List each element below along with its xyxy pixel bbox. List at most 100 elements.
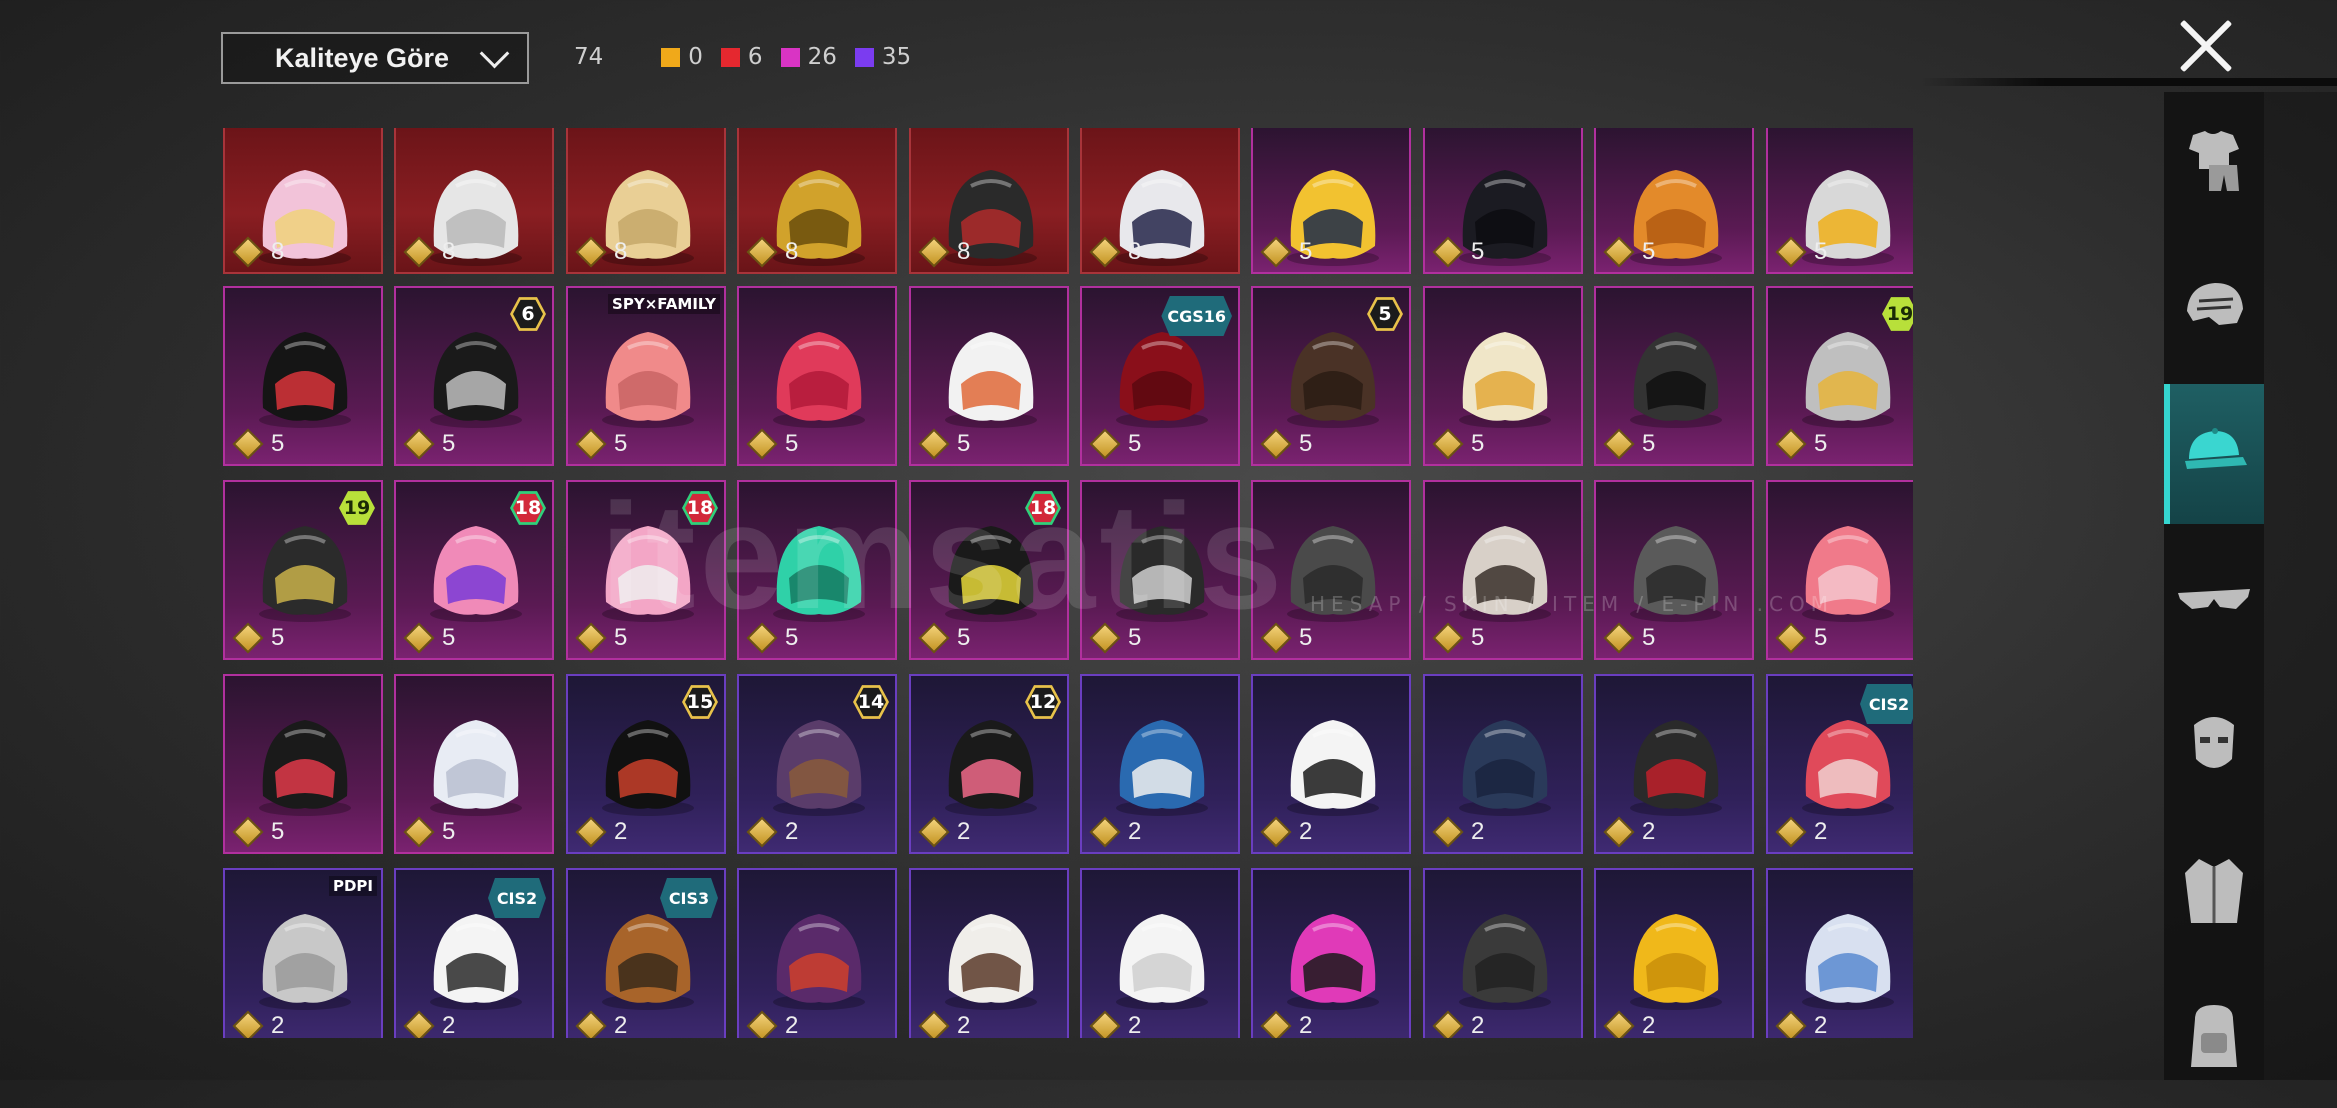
sidebar-edge — [2264, 92, 2337, 1080]
item-cost-value: 5 — [1814, 430, 1828, 457]
item-card[interactable]: 5 — [1594, 480, 1754, 660]
item-card[interactable]: 2 — [1423, 868, 1583, 1038]
item-badge-text: 14 — [856, 687, 886, 717]
item-card[interactable]: 5 — [1594, 286, 1754, 466]
item-card[interactable]: 5 — [1251, 480, 1411, 660]
item-card[interactable]: 2 — [909, 868, 1069, 1038]
item-card[interactable]: 8 — [223, 128, 383, 274]
close-icon[interactable] — [2178, 18, 2234, 74]
item-card[interactable]: 5 — [1766, 480, 1913, 660]
item-cost-value: 2 — [1299, 818, 1313, 845]
item-card[interactable]: 5 — [394, 674, 554, 854]
tab-hat[interactable] — [2164, 384, 2264, 524]
item-card[interactable]: 2 — [1251, 674, 1411, 854]
item-cost: 5 — [402, 428, 456, 460]
item-card[interactable]: 5 — [1594, 128, 1754, 274]
item-card[interactable]: 2 — [1423, 674, 1583, 854]
category-sidebar — [2164, 92, 2264, 1080]
item-card[interactable]: 2 — [737, 868, 897, 1038]
item-card[interactable]: 8 — [909, 128, 1069, 274]
mask-icon — [2184, 709, 2244, 783]
item-card[interactable]: 5 — [1423, 480, 1583, 660]
item-card[interactable]: 18 5 — [394, 480, 554, 660]
item-card[interactable]: 8 — [737, 128, 897, 274]
item-card[interactable]: 5 — [1766, 128, 1913, 274]
item-cost: 5 — [1431, 428, 1484, 460]
item-card[interactable]: PDPI 2 — [223, 868, 383, 1038]
item-cost: 5 — [1088, 428, 1142, 460]
item-cost: 5 — [1602, 622, 1655, 654]
item-cost-value: 2 — [1471, 1012, 1485, 1038]
item-card[interactable]: 19 5 — [223, 480, 383, 660]
item-card[interactable]: 18 5 — [909, 480, 1069, 660]
item-cost-value: 5 — [442, 430, 456, 457]
backpack-icon — [2181, 999, 2247, 1077]
item-card[interactable]: 5 — [1080, 480, 1240, 660]
item-card[interactable]: CIS3 2 — [566, 868, 726, 1038]
tab-jacket[interactable] — [2164, 822, 2264, 962]
tab-helmet[interactable] — [2164, 238, 2264, 378]
tier-gold-swatch — [661, 47, 681, 67]
item-card[interactable]: 8 — [394, 128, 554, 274]
item-card[interactable]: 2 — [1594, 674, 1754, 854]
currency-diamond-icon — [575, 1010, 607, 1038]
item-card[interactable]: 19 5 — [1766, 286, 1913, 466]
item-card[interactable]: 5 — [737, 286, 897, 466]
item-card[interactable]: 8 — [1080, 128, 1240, 274]
currency-diamond-icon — [1603, 1010, 1635, 1038]
item-cost-value: 5 — [957, 430, 971, 457]
item-card[interactable]: 65 — [394, 286, 554, 466]
item-card[interactable]: 2 — [1080, 674, 1240, 854]
currency-diamond-icon — [1775, 816, 1807, 848]
item-card[interactable]: 14 2 — [737, 674, 897, 854]
item-badge-text: CGS16 — [1167, 306, 1226, 326]
item-cost-value: 5 — [1642, 430, 1656, 457]
item-card[interactable]: 5 — [223, 674, 383, 854]
item-card[interactable]: 2 — [1766, 868, 1913, 1038]
item-cost: 2 — [1602, 816, 1655, 848]
item-card[interactable]: 5 — [737, 480, 897, 660]
item-cost: 8 — [574, 236, 627, 268]
tab-glasses[interactable] — [2164, 530, 2264, 670]
item-cost-value: 2 — [1471, 818, 1485, 845]
item-card[interactable]: 5 — [1251, 128, 1411, 274]
currency-diamond-icon — [918, 816, 950, 848]
sort-dropdown[interactable]: Kaliteye Göre — [221, 32, 529, 84]
item-card[interactable]: SPY×FAMILY 5 — [566, 286, 726, 466]
item-card[interactable]: 55 — [1251, 286, 1411, 466]
currency-diamond-icon — [1432, 816, 1464, 848]
currency-diamond-icon — [1603, 428, 1635, 460]
top-bar: Kaliteye Göre 74 0 6 26 35 — [0, 0, 2337, 120]
item-card[interactable]: CGS16 5 — [1080, 286, 1240, 466]
item-cost-value: 5 — [957, 624, 971, 651]
item-card[interactable]: 5 — [1423, 128, 1583, 274]
item-cost: 5 — [574, 622, 627, 654]
item-cost-value: 5 — [1128, 430, 1142, 457]
currency-diamond-icon — [918, 622, 950, 654]
currency-diamond-icon — [1432, 1010, 1464, 1038]
currency-diamond-icon — [918, 1010, 950, 1038]
item-card[interactable]: 5 — [223, 286, 383, 466]
item-card[interactable]: 12 2 — [909, 674, 1069, 854]
item-card[interactable]: 2 — [1251, 868, 1411, 1038]
item-card[interactable]: 5 — [1423, 286, 1583, 466]
currency-diamond-icon — [1603, 816, 1635, 848]
item-card[interactable]: 5 — [909, 286, 1069, 466]
item-card[interactable]: 2 — [1594, 868, 1754, 1038]
currency-diamond-icon — [918, 236, 950, 268]
currency-diamond-icon — [575, 816, 607, 848]
currency-diamond-icon — [1089, 428, 1121, 460]
item-card[interactable]: 8 — [566, 128, 726, 274]
tab-backpack[interactable] — [2164, 968, 2264, 1108]
item-cost: 5 — [1774, 236, 1827, 268]
item-card[interactable]: 2 — [1080, 868, 1240, 1038]
item-badge-text: 15 — [685, 687, 715, 717]
item-card[interactable]: CIS2 2 — [394, 868, 554, 1038]
tab-mask[interactable] — [2164, 676, 2264, 816]
item-card[interactable]: CIS2 2 — [1766, 674, 1913, 854]
item-grid: 8 8 8 8 8 8 5 5 5 5 5 6 5 SPY×FAMILY 5 5 5 CGS16 5 5 5 5 5 19 5 1… — [223, 128, 1913, 1038]
item-card[interactable]: 15 2 — [566, 674, 726, 854]
item-card[interactable]: 18 5 — [566, 480, 726, 660]
item-cost: 5 — [1774, 428, 1828, 460]
tab-outfit[interactable] — [2164, 92, 2264, 232]
